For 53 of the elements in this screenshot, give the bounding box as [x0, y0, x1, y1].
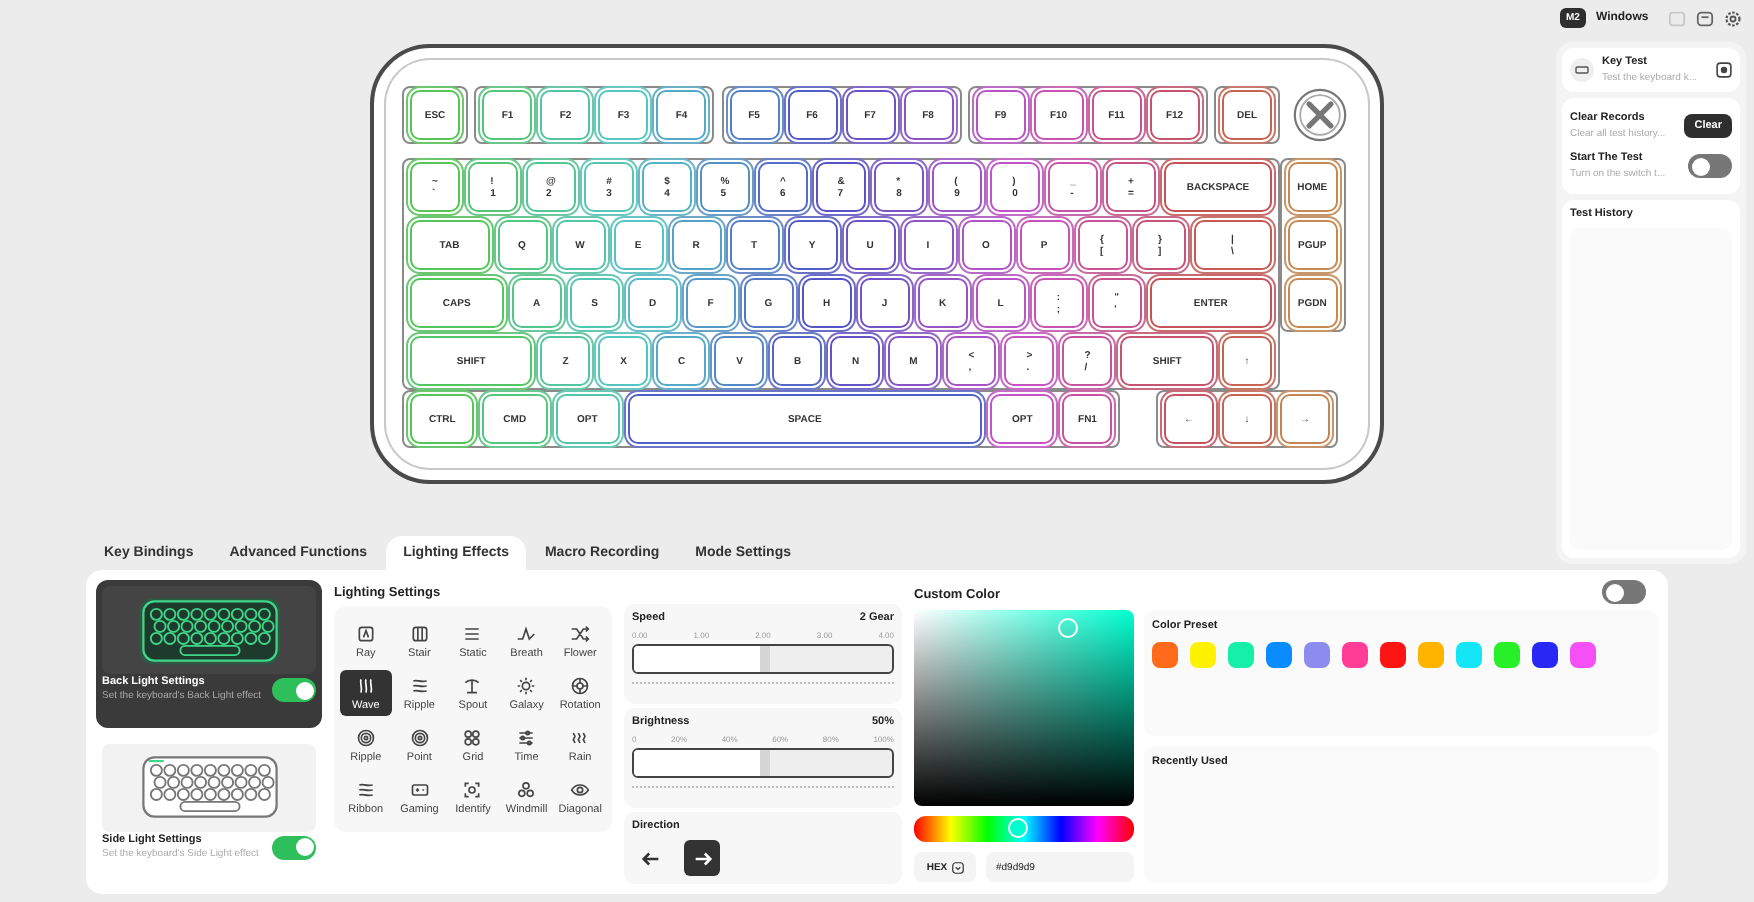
- square-icon: [355, 623, 376, 643]
- direction-button[interactable]: [684, 840, 720, 876]
- lines-icon: [462, 623, 483, 643]
- eye-icon: [570, 779, 591, 799]
- scan-icon: [462, 779, 483, 799]
- color-swatch[interactable]: [1380, 642, 1406, 668]
- fan-icon: [516, 779, 537, 799]
- color-swatch[interactable]: [1418, 642, 1444, 668]
- aperture-icon: [570, 675, 591, 695]
- hue-thumb[interactable]: [1007, 818, 1028, 838]
- shuffle-icon: [570, 623, 591, 643]
- toggle-switch[interactable]: [272, 835, 316, 859]
- record-icon[interactable]: [1716, 62, 1732, 78]
- zigzag-icon: [570, 727, 591, 747]
- color-swatch[interactable]: [1532, 642, 1558, 668]
- slider-thumb[interactable]: [759, 646, 769, 672]
- panel-icon[interactable]: [1696, 9, 1714, 27]
- dropdown-icon: [951, 861, 964, 873]
- target-icon: [355, 727, 376, 747]
- pulse-icon: [516, 623, 537, 643]
- color-swatch[interactable]: [1494, 642, 1520, 668]
- dots-grid-icon: [462, 727, 483, 747]
- arrow-right-icon: [691, 847, 713, 869]
- color-swatch[interactable]: [1342, 642, 1368, 668]
- color-swatch[interactable]: [1456, 642, 1482, 668]
- toggle-switch[interactable]: [1688, 154, 1732, 178]
- settings-icon[interactable]: [1724, 9, 1742, 27]
- slider-track[interactable]: [632, 644, 894, 674]
- fountain-icon: [462, 675, 483, 695]
- color-swatch[interactable]: [1570, 642, 1596, 668]
- knob-icon[interactable]: [1289, 88, 1350, 142]
- arrow-left-icon: [639, 847, 661, 869]
- picker-handle[interactable]: [1058, 618, 1078, 638]
- color-field[interactable]: [914, 610, 1134, 806]
- slider-track[interactable]: [632, 748, 894, 778]
- slider-thumb[interactable]: [759, 750, 769, 776]
- keyboard-icon: [1570, 58, 1594, 82]
- target-icon: [409, 727, 430, 747]
- toggle-switch[interactable]: [1602, 580, 1646, 604]
- toggle-switch[interactable]: [272, 678, 316, 702]
- sun-icon: [516, 675, 537, 695]
- sliders-icon: [516, 727, 537, 747]
- columns-icon: [409, 623, 430, 643]
- waves-icon: [355, 779, 376, 799]
- color-swatch[interactable]: [1228, 642, 1254, 668]
- color-swatch[interactable]: [1152, 642, 1178, 668]
- color-swatch[interactable]: [1304, 642, 1330, 668]
- color-swatch[interactable]: [1266, 642, 1292, 668]
- waves-icon: [409, 675, 430, 695]
- gamepad-icon: [409, 779, 430, 799]
- color-swatch[interactable]: [1190, 642, 1216, 668]
- hue-slider[interactable]: [914, 816, 1134, 842]
- waves-icon: [355, 675, 376, 695]
